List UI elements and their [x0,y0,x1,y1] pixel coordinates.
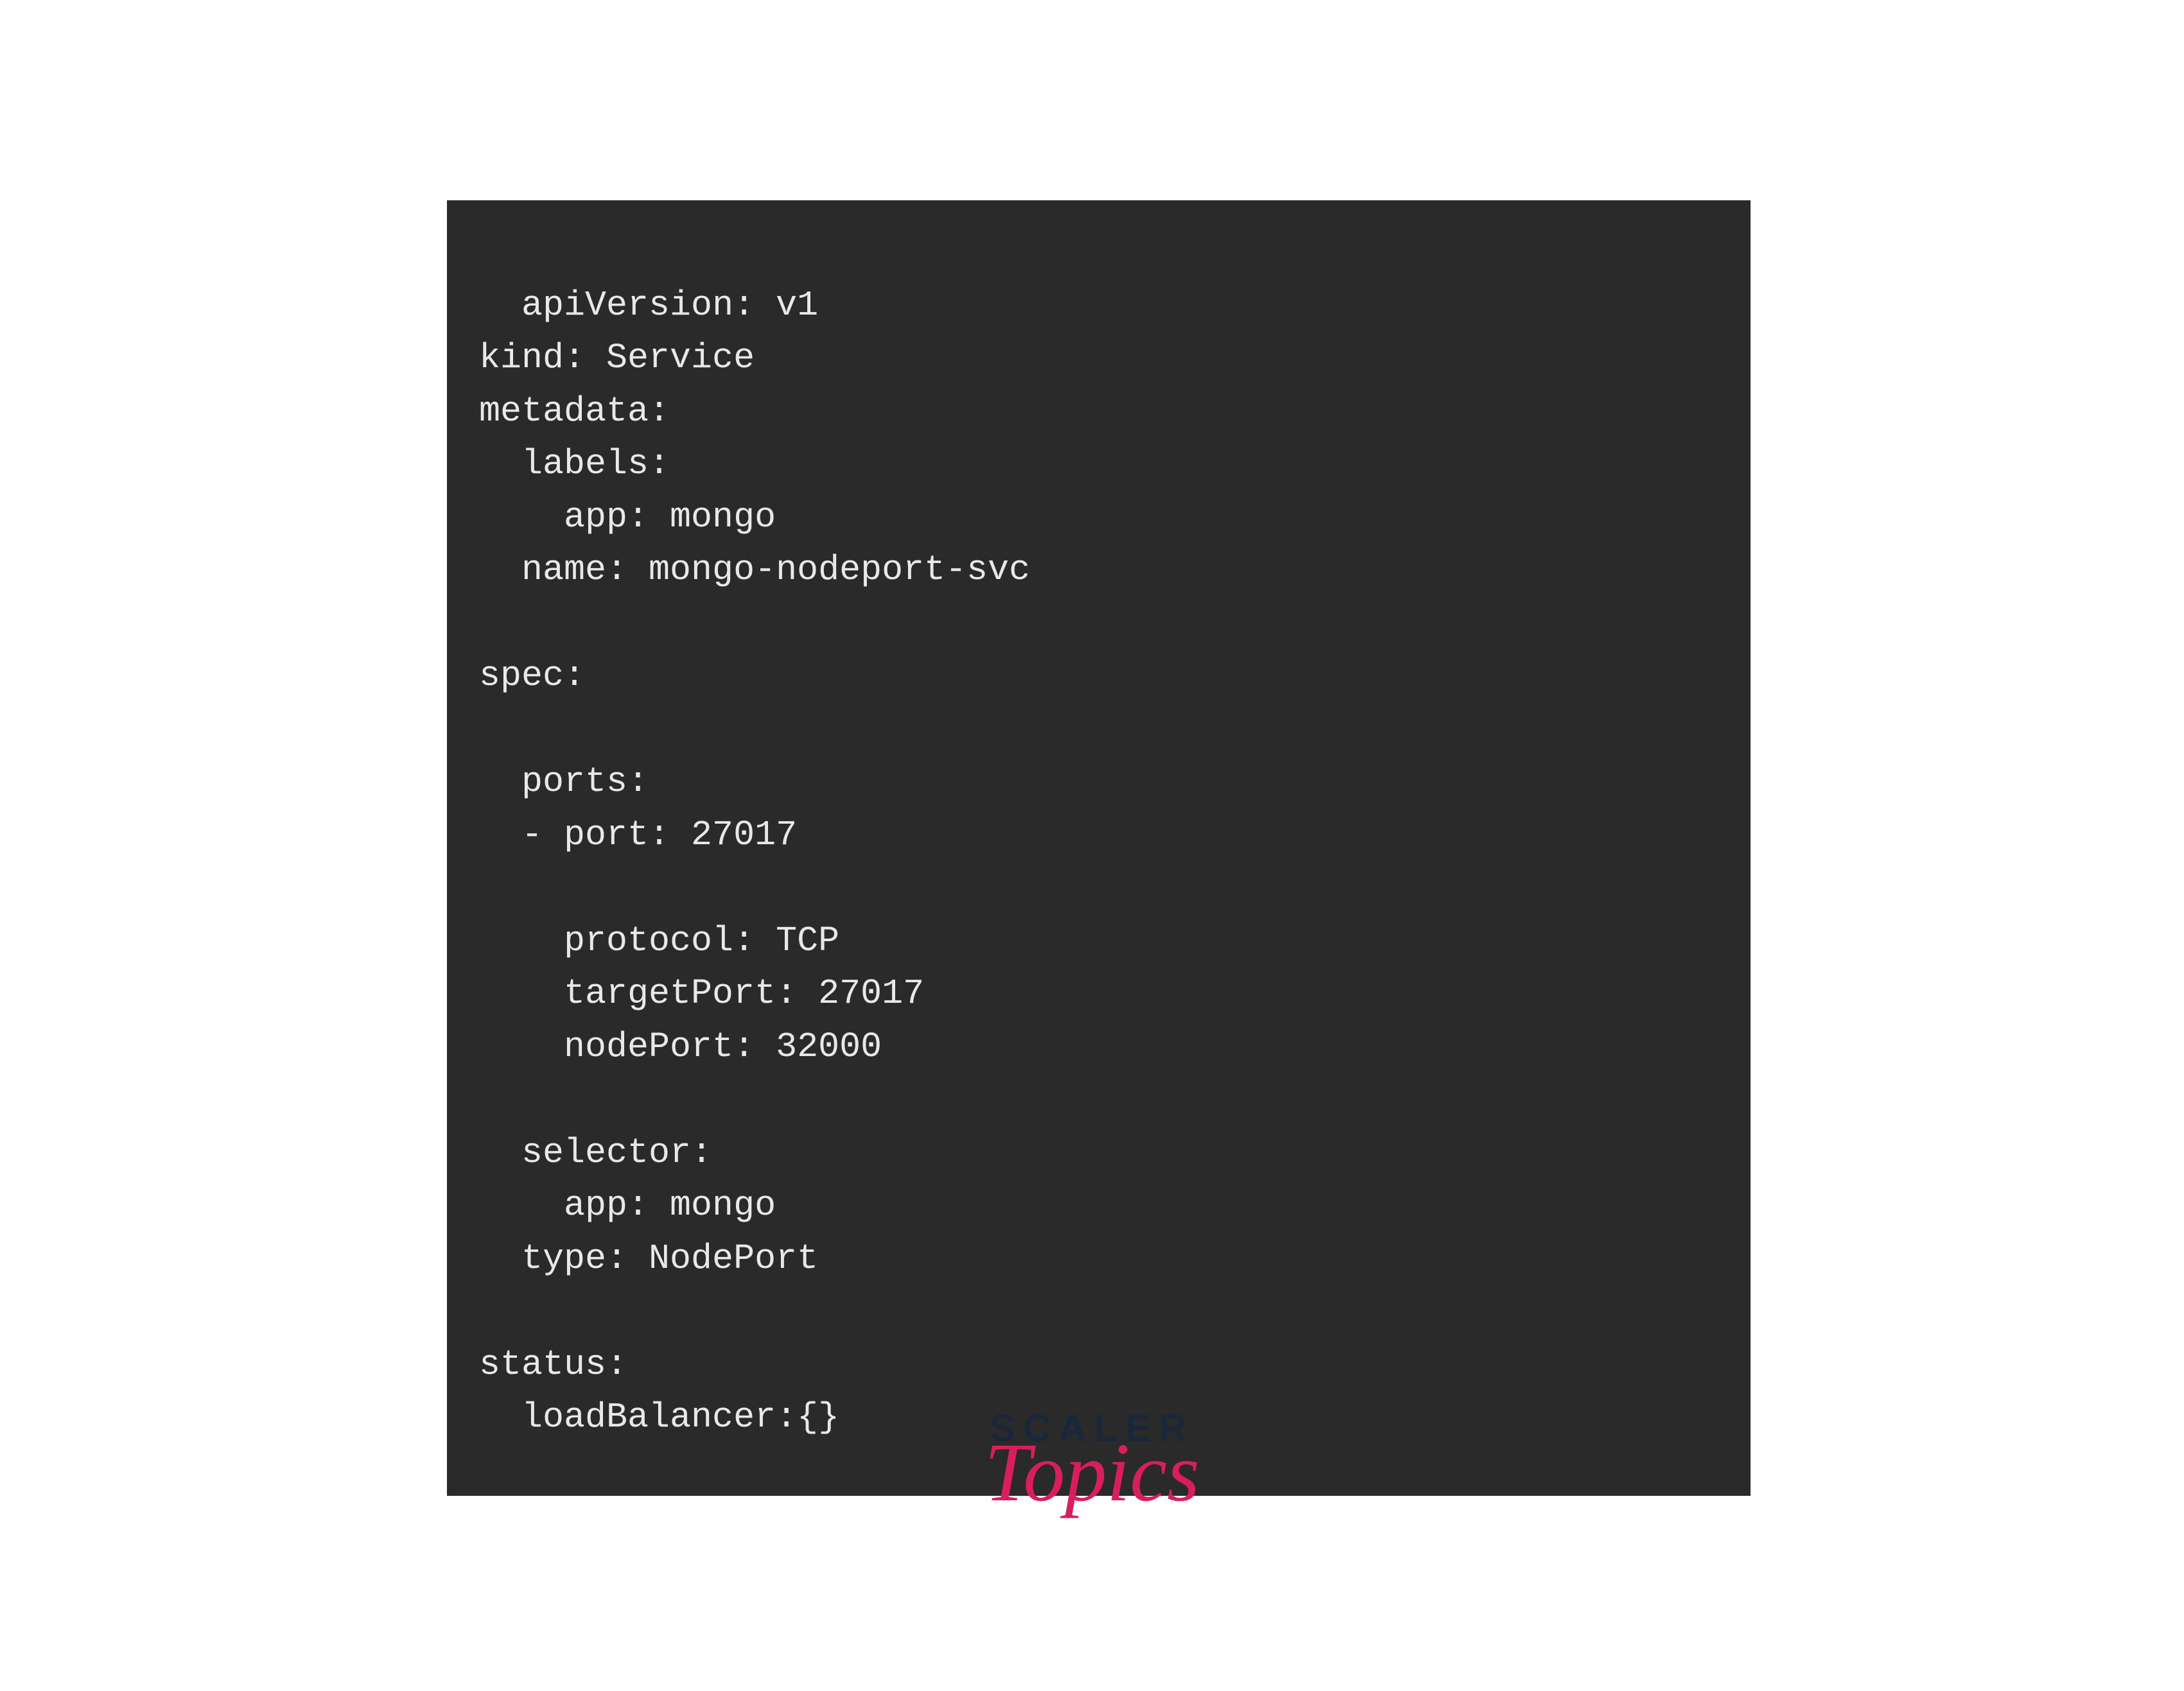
code-line: kind: Service [479,338,755,378]
code-line: selector: [479,1132,712,1173]
code-line: labels: [479,444,670,484]
code-line: ports: [479,761,649,802]
code-line: spec: [479,655,585,696]
code-line: apiVersion: v1 [521,285,818,325]
code-line: protocol: TCP [479,921,839,961]
code-line: status: [479,1344,627,1385]
logo-subbrand-text: Topics [984,1431,1200,1514]
code-line: targetPort: 27017 [479,973,924,1014]
yaml-code-block: apiVersion: v1 kind: Service metadata: l… [447,200,1751,1496]
code-line: name: mongo-nodeport-svc [479,550,1030,590]
code-line: metadata: [479,391,670,431]
code-line: app: mongo [479,1185,776,1226]
code-line: nodePort: 32000 [479,1027,882,1067]
code-line: type: NodePort [479,1238,818,1279]
code-line: app: mongo [479,497,776,537]
code-line: - port: 27017 [479,815,797,855]
brand-logo: SCALER Topics [0,1406,2184,1514]
